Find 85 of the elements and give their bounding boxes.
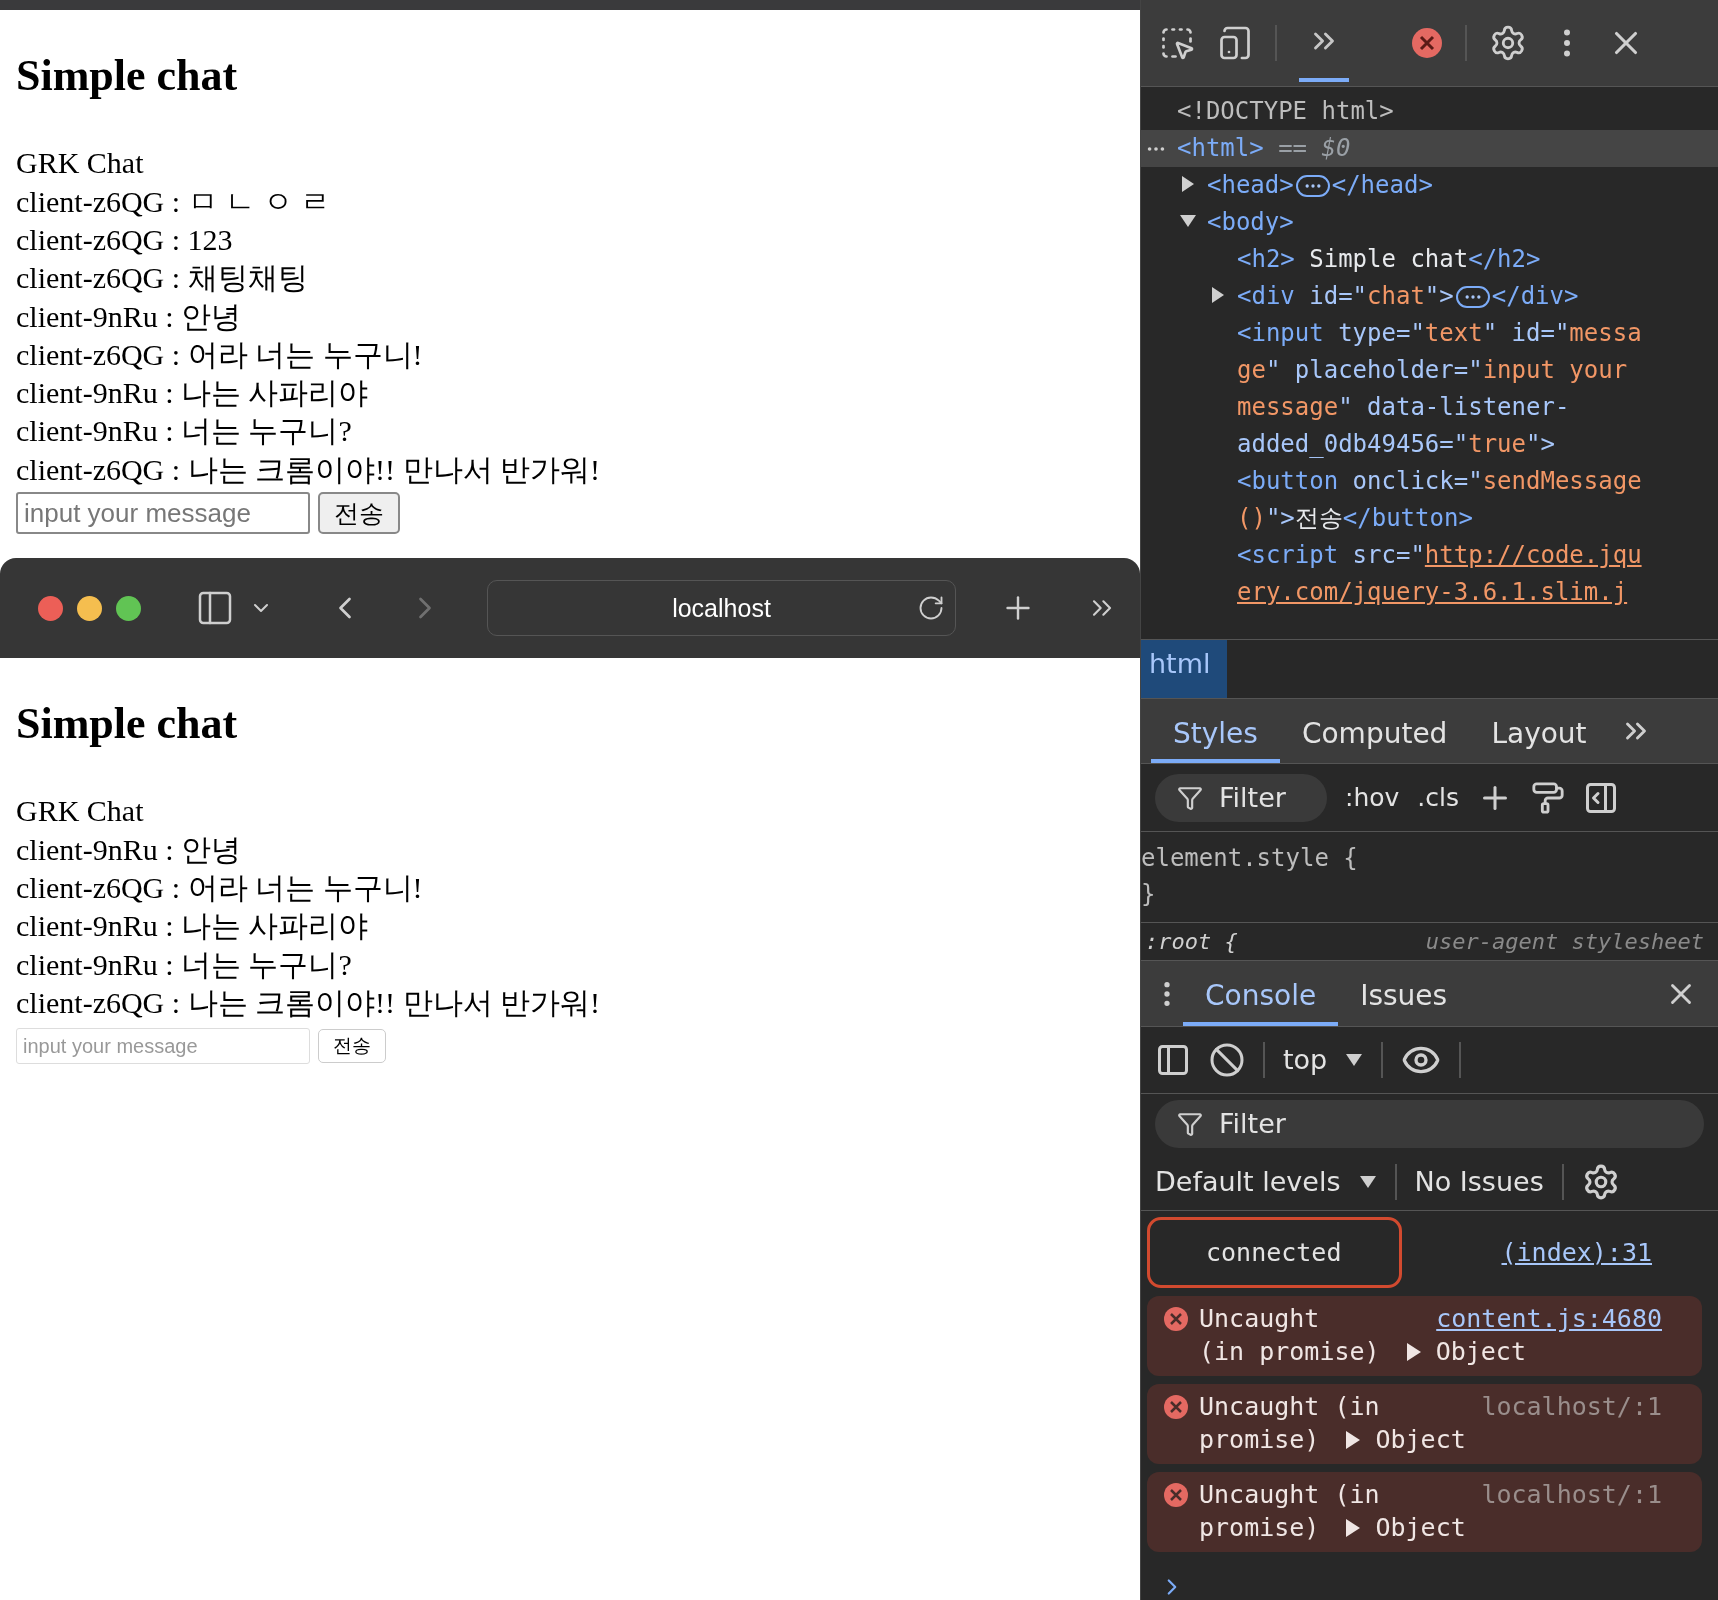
collapsed-content-icon[interactable] — [1295, 175, 1330, 198]
error-icon — [1163, 1482, 1189, 1508]
element-node[interactable]: <html> == $0 — [1141, 130, 1718, 168]
object-label[interactable]: Object — [1375, 1423, 1466, 1456]
element-node[interactable]: <!DOCTYPE html> — [1141, 93, 1718, 131]
element-node[interactable]: <h2> Simple chat</h2> — [1141, 241, 1718, 279]
chat-line: client-z6QG : 어라 너는 누구니! — [16, 336, 424, 373]
css-selector: element.style { — [1141, 842, 1358, 874]
filter-bar[interactable]: Filter — [1155, 1099, 1704, 1148]
settings-icon[interactable] — [1489, 24, 1527, 63]
element-node[interactable]: <div id="chat"> </div> — [1141, 278, 1718, 316]
error-text: (in promise) — [1199, 1336, 1380, 1368]
chat-line: client-z6QG : 채팅채팅 — [16, 260, 309, 297]
paint-roller-icon[interactable] — [1531, 780, 1566, 815]
error-icon[interactable] — [1411, 27, 1443, 60]
chat-line: client-9nRu : 안녕 — [16, 298, 242, 335]
chat-line: client-z6QG : ㅁ ㄴ ㅇ ㄹ — [16, 183, 332, 220]
panel-tab[interactable]: Styles — [1151, 699, 1280, 764]
element-node[interactable]: <body> — [1141, 204, 1718, 242]
css-brace: } — [1141, 878, 1156, 910]
expand-icon[interactable] — [1405, 1341, 1422, 1362]
filter-field[interactable]: Filter — [1217, 1107, 1682, 1141]
object-label[interactable]: Object — [1375, 1511, 1466, 1544]
filter-field[interactable]: Filter — [1217, 781, 1305, 815]
filter-bar[interactable]: Filter — [1155, 773, 1327, 822]
clear-icon[interactable] — [1209, 1042, 1245, 1078]
device-icon[interactable] — [1217, 25, 1253, 62]
close-icon[interactable] — [38, 595, 63, 621]
error-text: Uncaught (in — [1199, 1391, 1380, 1423]
console-message: connected — [1147, 1217, 1403, 1288]
drawer-tab[interactable]: Console — [1183, 961, 1339, 1026]
cls-toggle[interactable]: .cls — [1417, 783, 1460, 813]
breadcrumb[interactable]: html — [1141, 639, 1227, 699]
chat-line: client-9nRu : 나는 사파리야 — [16, 908, 370, 945]
levels-select[interactable]: Default levels — [1155, 1166, 1341, 1198]
element-node[interactable]: <button onclick="sendMessage ()">전송</button> — [1141, 463, 1718, 538]
send-button[interactable]: 전송 — [318, 1029, 386, 1064]
chat-line: client-9nRu : 너는 누구니? — [16, 413, 353, 450]
panel-tab[interactable]: Layout — [1469, 699, 1609, 764]
source-link[interactable]: content.js:4680 — [1436, 1302, 1662, 1335]
page-title: Simple chat — [16, 52, 239, 101]
chat-line: GRK Chat — [16, 145, 145, 182]
rule-origin: user-agent stylesheet — [1425, 929, 1704, 955]
caret-down-icon[interactable] — [1358, 1174, 1377, 1189]
caret-down-icon[interactable] — [1345, 1053, 1364, 1067]
chat-line: client-z6QG : 어라 너는 누구니! — [16, 870, 424, 906]
minimize-icon[interactable] — [77, 595, 102, 621]
send-button[interactable]: 전송 — [318, 492, 400, 535]
chat-line: client-z6QG : 123 — [16, 222, 234, 258]
chat-line: client-9nRu : 나는 사파리야 — [16, 375, 370, 412]
collapsed-content-icon[interactable] — [1455, 286, 1490, 309]
error-text: promise) — [1199, 1512, 1320, 1544]
inspect-icon[interactable] — [1159, 25, 1195, 62]
chat-line: client-9nRu : 안녕 — [16, 831, 242, 868]
hov-toggle[interactable]: :hov — [1345, 783, 1400, 813]
expand-icon[interactable] — [1345, 1517, 1362, 1538]
css-selector: :root { — [1145, 929, 1238, 955]
panel-tab[interactable]: Computed — [1279, 699, 1470, 764]
error-text: Uncaught — [1199, 1303, 1320, 1335]
issues-count: No Issues — [1414, 1166, 1544, 1198]
element-node[interactable]: <script src="http://code.jqu ery.com/jquery-3.6.1.slim.j — [1141, 537, 1718, 612]
reload-icon[interactable] — [917, 594, 945, 622]
expand-icon[interactable] — [1345, 1429, 1362, 1450]
sidebar-icon[interactable] — [1155, 1042, 1191, 1078]
chat-line: client-z6QG : 나는 크롬이야!! 만나서 반가워! — [16, 451, 602, 488]
source-link[interactable]: localhost/:1 — [1481, 1478, 1662, 1511]
error-icon — [1163, 1306, 1189, 1332]
source-link[interactable]: (index):31 — [1501, 1238, 1652, 1267]
chat-line: client-9nRu : 너는 누구니? — [16, 946, 353, 983]
message-input[interactable]: input your message — [16, 492, 310, 535]
chat-line: GRK Chat — [16, 793, 145, 830]
source-link[interactable]: localhost/:1 — [1481, 1390, 1662, 1423]
drawer-tab[interactable]: Issues — [1338, 961, 1470, 1026]
filter-icon — [1177, 1110, 1203, 1137]
object-label[interactable]: Object — [1435, 1335, 1526, 1368]
filter-icon — [1177, 784, 1203, 811]
error-text: promise) — [1199, 1424, 1320, 1456]
element-node[interactable]: <head> </head> — [1141, 167, 1718, 205]
context-select[interactable]: top — [1283, 1044, 1328, 1076]
address-bar[interactable]: localhost — [487, 580, 956, 636]
error-text: Uncaught (in — [1199, 1479, 1380, 1511]
error-icon — [1163, 1394, 1189, 1420]
chat-line: client-z6QG : 나는 크롬이야!! 만나서 반가워! — [16, 984, 602, 1021]
zoom-icon[interactable] — [116, 595, 141, 621]
page-title: Simple chat — [16, 700, 239, 749]
